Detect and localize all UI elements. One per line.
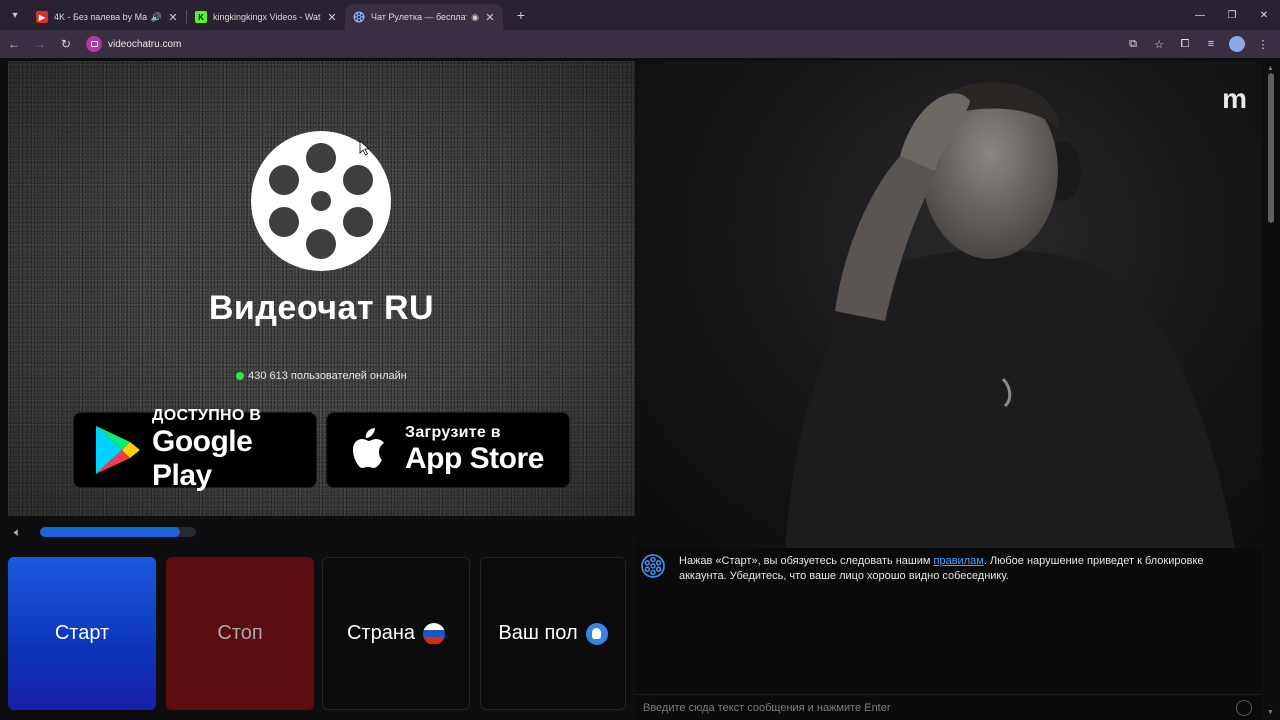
brand-title: Видеочат RU <box>208 289 435 327</box>
close-icon[interactable]: ✕ <box>325 11 339 24</box>
puzzle-icon[interactable]: ⧠ <box>1174 33 1196 55</box>
kick-icon: K <box>195 11 207 23</box>
app-store-big-text: App Store <box>405 442 544 475</box>
close-window-icon[interactable]: ✕ <box>1248 0 1280 30</box>
scroll-down-icon[interactable]: ▼ <box>1267 709 1274 716</box>
close-icon[interactable]: ✕ <box>166 11 180 24</box>
stop-button-label: Стоп <box>217 622 263 644</box>
close-icon[interactable]: ✕ <box>483 11 497 24</box>
url-field[interactable]: videochatru.com <box>86 33 1102 55</box>
url-text: videochatru.com <box>108 38 182 50</box>
arrow-left-icon[interactable]: ← <box>2 32 26 56</box>
online-dot-icon <box>236 372 245 380</box>
system-message: Нажав «Старт», вы обязуетесь следовать н… <box>641 554 1241 584</box>
tab-title: 4K - Без палева by Masha <box>54 12 147 22</box>
volume-slider-fill <box>40 527 181 537</box>
youtube-icon: ▶ <box>36 11 48 23</box>
restore-icon[interactable]: ❐ <box>1216 0 1248 30</box>
partner-video-image <box>785 82 1235 548</box>
minimize-icon[interactable]: — <box>1184 0 1216 30</box>
russia-flag-icon <box>423 622 446 645</box>
recording-icon: ◉ <box>471 11 479 22</box>
online-count-text: 430 613 пользователей онлайн <box>248 370 407 382</box>
brand-watermark-icon: m <box>1222 83 1247 114</box>
window-controls: — ❐ ✕ <box>1184 0 1280 30</box>
gender-button[interactable]: Ваш пол <box>480 557 626 710</box>
browser-tab-3[interactable]: Чат Рулетка — бесплатный видеочат ◉ ✕ <box>345 4 503 30</box>
own-video-panel: Видеочат RU 430 613 пользователей онлайн… <box>8 61 635 516</box>
google-play-small-text: ДОСТУПНО В <box>152 407 262 424</box>
app-store-small-text: Загрузите в <box>405 424 501 441</box>
google-play-icon <box>96 426 140 474</box>
chat-input[interactable] <box>635 695 1236 720</box>
browser-tab-strip: ▾ ▶ 4K - Без палева by Masha 🔊 ✕ K kingk… <box>0 0 1280 30</box>
country-button-label: Страна <box>346 622 416 644</box>
tab-title: kingkingkingx Videos - Watch Live <box>213 12 321 22</box>
volume-control: 🔈︎ <box>8 522 635 542</box>
stop-button[interactable]: Стоп <box>166 557 314 710</box>
install-app-icon[interactable]: ⧉ <box>1122 33 1144 55</box>
chat-panel: Нажав «Старт», вы обязуетесь следовать н… <box>635 548 1262 720</box>
address-bar: ← → ↻ videochatru.com ⧉ ☆ ⧠ ≡ ⋮ <box>0 30 1280 58</box>
browser-tab-1[interactable]: ▶ 4K - Без палева by Masha 🔊 ✕ <box>28 4 186 30</box>
system-logo-icon <box>641 554 665 578</box>
page-content: Видеочат RU 430 613 пользователей онлайн… <box>0 58 1280 720</box>
scroll-up-icon[interactable]: ▲ <box>1267 65 1274 72</box>
emoji-icon[interactable] <box>1236 699 1252 716</box>
tab-title: Чат Рулетка — бесплатный видеочат <box>371 12 467 22</box>
scroll-thumb[interactable] <box>1268 73 1274 223</box>
app-store-badge[interactable]: Загрузите в App Store <box>326 412 570 488</box>
system-message-text: Нажав «Старт», вы обязуетесь следовать н… <box>679 554 1241 584</box>
mouse-cursor-icon <box>359 140 371 156</box>
rules-link[interactable]: правилам <box>934 555 984 567</box>
arrow-right-icon[interactable]: → <box>28 32 52 56</box>
page-scrollbar[interactable]: ▲ ▼ <box>1262 61 1280 720</box>
reload-icon[interactable]: ↻ <box>54 32 78 56</box>
videochat-favicon-icon <box>353 11 365 23</box>
kebab-menu-icon[interactable]: ⋮ <box>1252 33 1274 55</box>
online-counter: 430 613 пользователей онлайн <box>8 370 635 382</box>
media-controls-icon[interactable]: ≡ <box>1200 33 1222 55</box>
toolbar-icons: ⧉ ☆ ⧠ ≡ ⋮ <box>1118 33 1280 55</box>
google-play-badge[interactable]: ДОСТУПНО В Google Play <box>73 407 317 492</box>
chevron-down-icon[interactable]: ▾ <box>2 4 28 26</box>
partner-video-panel: m <box>635 61 1262 548</box>
speaker-icon[interactable]: 🔈︎ <box>14 525 34 540</box>
avatar[interactable] <box>1226 33 1248 55</box>
gender-icon <box>585 622 608 645</box>
start-button[interactable]: Старт <box>8 557 156 710</box>
google-play-big-text: Google Play <box>152 425 253 492</box>
browser-tab-2[interactable]: K kingkingkingx Videos - Watch Live ✕ <box>187 4 345 30</box>
volume-slider[interactable] <box>40 527 196 537</box>
country-button[interactable]: Страна <box>322 557 470 710</box>
plus-icon[interactable]: + <box>509 4 533 26</box>
star-icon[interactable]: ☆ <box>1148 33 1170 55</box>
gender-button-label: Ваш пол <box>498 622 578 644</box>
site-info-icon[interactable] <box>86 36 102 52</box>
apple-icon <box>353 428 384 468</box>
message-part: Нажав «Старт», вы обязуетесь следовать н… <box>679 555 934 567</box>
chat-input-bar <box>635 694 1262 720</box>
start-button-label: Старт <box>54 622 110 644</box>
speaker-icon[interactable]: 🔊 <box>151 12 162 23</box>
